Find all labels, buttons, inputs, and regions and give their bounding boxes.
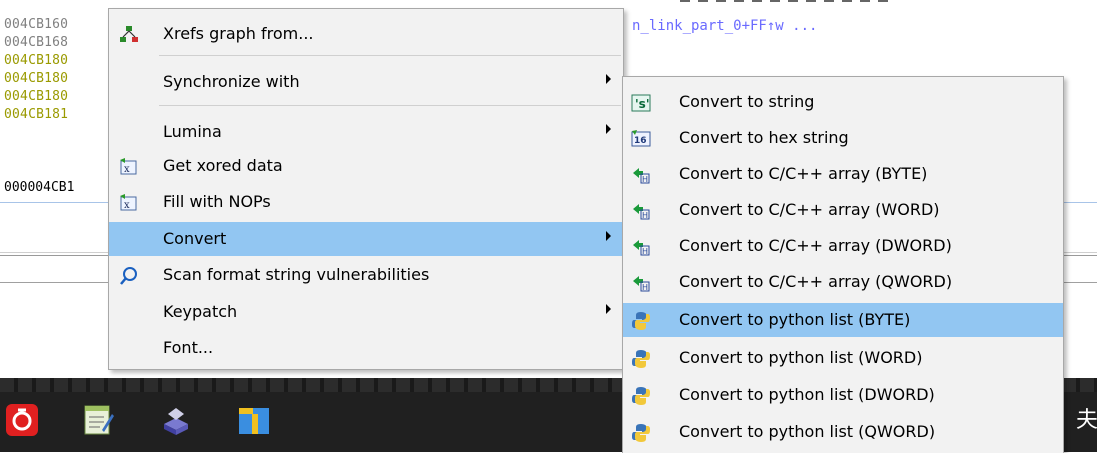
menu-item-synchronize-with[interactable]: Synchronize with: [109, 65, 623, 99]
svg-text:x: x: [124, 200, 130, 211]
magnifier-icon: [119, 266, 139, 286]
submenu-item-convert-to-string[interactable]: 's' Convert to string: [623, 85, 1063, 119]
submenu-item-label: Convert to C/C++ array (BYTE): [679, 164, 928, 183]
python-icon: [631, 349, 651, 369]
array-icon: H: [631, 165, 651, 185]
notepad-icon[interactable]: [80, 402, 116, 438]
menu-item-scan-format-string[interactable]: Scan format string vulnerabilities: [109, 258, 623, 292]
python-icon: [631, 423, 651, 443]
array-icon: H: [631, 201, 651, 221]
submenu-item-python-list-word[interactable]: Convert to python list (WORD): [623, 341, 1063, 375]
menu-item-xrefs-graph-from[interactable]: Xrefs graph from...: [109, 17, 623, 51]
menu-item-label: Xrefs graph from...: [163, 24, 314, 43]
address-line: 004CB160: [4, 17, 69, 32]
menu-item-fill-with-nops[interactable]: x Fill with NOPs: [109, 185, 623, 219]
menu-item-get-xored-data[interactable]: x Get xored data: [109, 149, 623, 183]
top-dashed-line: [680, 0, 890, 2]
submenu-item-label: Convert to python list (DWORD): [679, 385, 935, 404]
svg-text:H: H: [642, 175, 648, 184]
hex-16-icon: 16: [631, 129, 651, 149]
context-menu: Xrefs graph from... Synchronize with Lum…: [108, 8, 624, 370]
address-line: 004CB180: [4, 89, 69, 104]
submenu-item-label: Convert to python list (WORD): [679, 348, 923, 367]
svg-text:H: H: [642, 283, 648, 292]
script-x-icon: x: [119, 193, 139, 213]
menu-item-label: Font...: [163, 338, 214, 357]
disassembly-fragment: n_link_part_0+FF↑w ...: [632, 18, 818, 34]
menu-item-label: Scan format string vulnerabilities: [163, 265, 430, 284]
array-icon: H: [631, 237, 651, 257]
menu-item-keypatch[interactable]: Keypatch: [109, 295, 623, 329]
svg-text:H: H: [642, 211, 648, 220]
script-x-icon: x: [119, 157, 139, 177]
submenu-arrow-icon: [606, 124, 611, 134]
submenu-arrow-icon: [606, 74, 611, 84]
address-list: 004CB160 004CB168 004CB180 004CB180 004C…: [4, 16, 112, 124]
menu-separator: [159, 55, 621, 56]
address-line: 004CB168: [4, 35, 69, 50]
menu-item-lumina[interactable]: Lumina: [109, 115, 623, 149]
submenu-item-c-array-word[interactable]: H Convert to C/C++ array (WORD): [623, 193, 1063, 227]
convert-submenu: 's' Convert to string 16 Convert to hex …: [622, 76, 1064, 453]
submenu-arrow-icon: [606, 231, 611, 241]
submenu-item-label: Convert to C/C++ array (DWORD): [679, 236, 952, 255]
svg-text:H: H: [642, 247, 648, 256]
submenu-item-label: Convert to C/C++ array (WORD): [679, 200, 940, 219]
submenu-item-c-array-qword[interactable]: H Convert to C/C++ array (QWORD): [623, 265, 1063, 299]
submenu-arrow-icon: [606, 304, 611, 314]
address-line: 004CB181: [4, 107, 69, 122]
python-icon: [631, 311, 651, 331]
menu-item-label: Synchronize with: [163, 72, 300, 91]
menu-item-label: Fill with NOPs: [163, 192, 271, 211]
submenu-item-label: Convert to hex string: [679, 128, 849, 147]
svg-text:16: 16: [634, 136, 647, 146]
menu-item-label: Keypatch: [163, 302, 238, 321]
submenu-item-label: Convert to string: [679, 92, 815, 111]
xrefs-graph-icon: [119, 25, 139, 45]
submenu-item-c-array-dword[interactable]: H Convert to C/C++ array (DWORD): [623, 229, 1063, 263]
svg-text:x: x: [124, 164, 130, 175]
archive-icon[interactable]: [236, 402, 272, 438]
submenu-item-label: Convert to C/C++ array (QWORD): [679, 272, 953, 291]
submenu-item-python-list-qword[interactable]: Convert to python list (QWORD): [623, 415, 1063, 449]
menu-item-label: Convert: [163, 229, 227, 248]
hex-view-address: 000004CB1: [4, 180, 75, 195]
menu-item-label: Lumina: [163, 122, 222, 141]
menu-item-font[interactable]: Font...: [109, 331, 623, 365]
address-line: 004CB180: [4, 71, 69, 86]
netease-music-icon[interactable]: [4, 402, 40, 438]
menu-item-label: Get xored data: [163, 156, 283, 175]
array-icon: H: [631, 273, 651, 293]
submenu-item-python-list-dword[interactable]: Convert to python list (DWORD): [623, 378, 1063, 412]
string-s-icon: 's': [631, 93, 651, 113]
submenu-item-label: Convert to python list (BYTE): [679, 310, 911, 329]
menu-separator: [159, 105, 621, 106]
address-line: 004CB180: [4, 53, 69, 68]
submenu-item-label: Convert to python list (QWORD): [679, 422, 936, 441]
submenu-item-python-list-byte[interactable]: Convert to python list (BYTE): [623, 303, 1063, 337]
submenu-item-convert-to-hex-string[interactable]: 16 Convert to hex string: [623, 121, 1063, 155]
tray-text[interactable]: 夫: [1076, 402, 1097, 434]
python-icon: [631, 386, 651, 406]
svg-text:'s': 's': [635, 97, 650, 111]
submenu-item-c-array-byte[interactable]: H Convert to C/C++ array (BYTE): [623, 157, 1063, 191]
menu-item-convert[interactable]: Convert: [109, 222, 623, 256]
installer-icon[interactable]: [158, 402, 194, 438]
